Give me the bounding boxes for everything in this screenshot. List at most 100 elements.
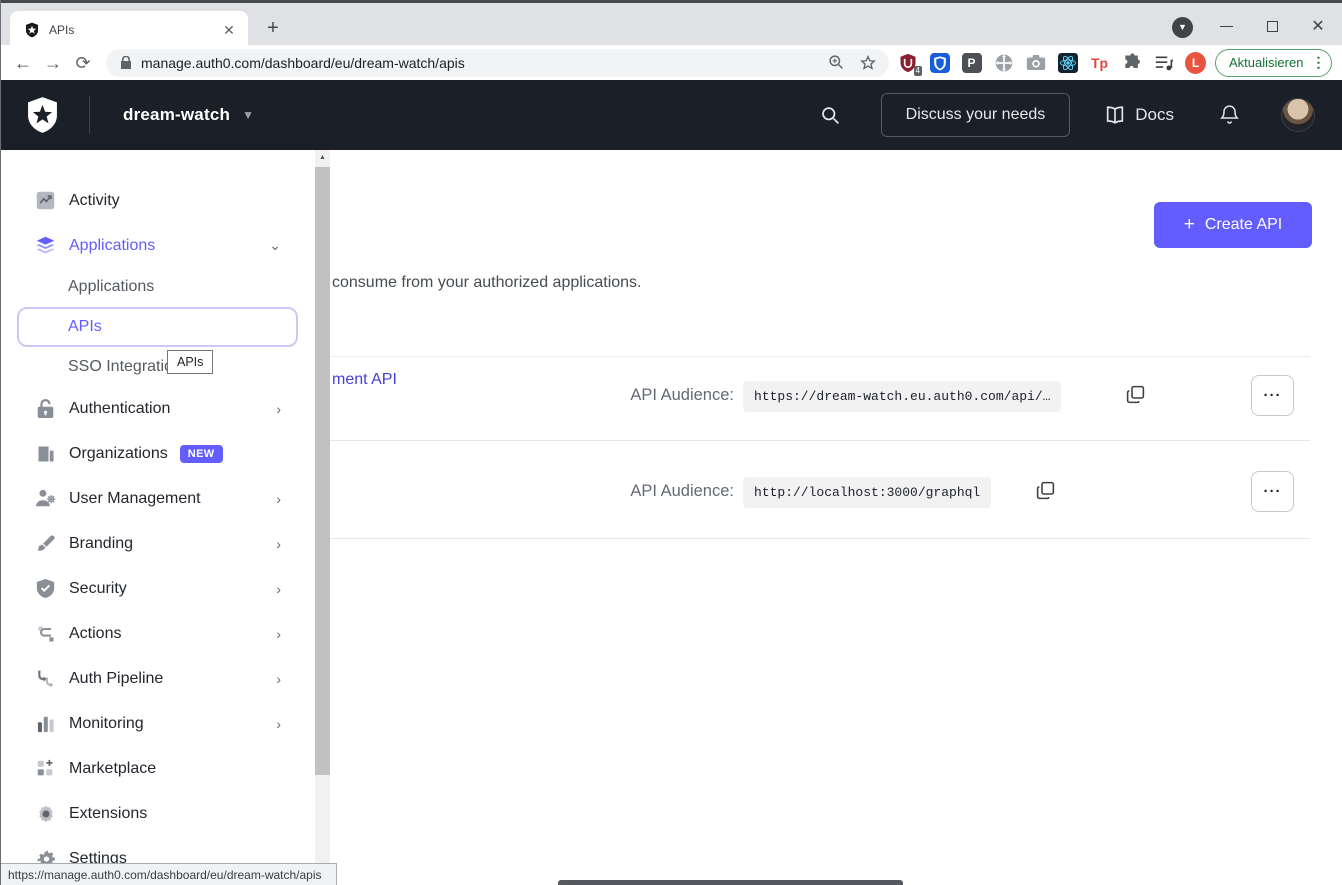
branding-icon <box>35 534 56 554</box>
discuss-your-needs-button[interactable]: Discuss your needs <box>881 93 1071 137</box>
sidebar-item-marketplace[interactable]: Marketplace <box>0 746 315 791</box>
apis-tooltip: APIs <box>167 350 213 374</box>
marketplace-icon <box>35 759 56 778</box>
sidebar-nav: Activity Applications ⌄ Applications API… <box>0 150 315 885</box>
tab-search-icon[interactable]: ▼ <box>1172 17 1193 38</box>
window-close-button[interactable]: ✕ <box>1295 6 1341 46</box>
chevron-right-icon: › <box>276 581 281 597</box>
chevron-right-icon: › <box>276 491 281 507</box>
tenant-switcher[interactable]: dream-watch <box>123 105 230 125</box>
auth0-header: dream-watch ▼ Discuss your needs Docs <box>0 80 1342 150</box>
sidebar-item-organizations[interactable]: Organizations NEW <box>0 431 315 476</box>
ublock-extension-icon[interactable]: 4 <box>897 52 918 73</box>
camera-extension-icon[interactable] <box>1025 52 1046 73</box>
plus-icon: + <box>1184 214 1195 236</box>
docs-link[interactable]: Docs <box>1104 105 1174 125</box>
api-audience-label: API Audience: <box>614 386 734 405</box>
sidebar-subitem-applications[interactable]: Applications <box>0 268 315 306</box>
sidebar-item-monitoring[interactable]: Monitoring › <box>0 701 315 746</box>
bitwarden-extension-icon[interactable] <box>929 52 950 73</box>
sidebar-subitem-apis-focus-ring: APIs <box>17 307 298 347</box>
sidebar-item-user-management[interactable]: User Management › <box>0 476 315 521</box>
extensions-row: 4 P Tp L <box>897 52 1206 73</box>
bookmark-star-icon[interactable] <box>859 54 877 72</box>
chrome-profile-avatar[interactable]: L <box>1185 52 1206 73</box>
window-minimize-button[interactable] <box>1203 6 1249 46</box>
link-status-bar: https://manage.auth0.com/dashboard/eu/dr… <box>0 863 337 885</box>
chevron-right-icon: › <box>276 626 281 642</box>
move-crosshair-extension-icon[interactable] <box>993 52 1014 73</box>
reload-button[interactable]: ⟳ <box>68 49 98 77</box>
user-management-icon <box>35 489 56 508</box>
react-devtools-extension-icon[interactable] <box>1057 52 1078 73</box>
extensions-icon <box>35 804 56 824</box>
close-icon: ✕ <box>1311 16 1324 36</box>
scrollbar-thumb[interactable] <box>315 167 330 775</box>
address-bar[interactable]: manage.auth0.com/dashboard/eu/dream-watc… <box>106 49 889 77</box>
new-tab-button[interactable]: + <box>260 16 286 42</box>
row-divider <box>330 538 1310 539</box>
forward-button[interactable]: → <box>38 49 68 77</box>
row-menu-button[interactable]: ··· <box>1251 471 1294 512</box>
sidebar-item-actions[interactable]: Actions › <box>0 611 315 656</box>
zoom-page-icon[interactable] <box>828 54 845 71</box>
tab-close-icon[interactable]: ✕ <box>220 21 238 39</box>
sidebar-item-branding[interactable]: Branding › <box>0 521 315 566</box>
sidebar-scrollbar[interactable]: ▲ <box>315 150 330 885</box>
header-divider <box>89 96 90 134</box>
chevron-right-icon: › <box>276 671 281 687</box>
row-menu-button[interactable]: ··· <box>1251 375 1294 416</box>
window-maximize-button[interactable] <box>1249 6 1295 46</box>
api-row: ment API API Audience: https://dream-wat… <box>330 356 1310 440</box>
notifications-bell-icon[interactable] <box>1220 104 1239 126</box>
api-audience-value[interactable]: https://dream-watch.eu.auth0.com/api/… <box>743 381 1061 412</box>
auth0-logo-icon[interactable] <box>26 97 59 133</box>
media-queue-extension-icon[interactable] <box>1153 52 1174 73</box>
back-button[interactable]: ← <box>8 49 38 77</box>
sidebar-subitem-sso-integrations[interactable]: SSO Integrations <box>0 348 315 386</box>
auth-pipeline-icon <box>35 669 56 689</box>
maximize-icon <box>1267 21 1278 32</box>
sidebar-item-authentication[interactable]: Authentication › <box>0 386 315 431</box>
p-extension-icon[interactable]: P <box>961 52 982 73</box>
api-name-link[interactable]: ment API <box>332 371 397 389</box>
extensions-puzzle-icon[interactable] <box>1121 52 1142 73</box>
chevron-down-icon: ⌄ <box>269 237 281 254</box>
chevron-down-icon[interactable]: ▼ <box>242 108 254 122</box>
sidebar-item-auth-pipeline[interactable]: Auth Pipeline › <box>0 656 315 701</box>
sidebar-item-activity[interactable]: Activity <box>0 178 315 223</box>
organizations-icon <box>35 444 56 464</box>
book-icon <box>1104 106 1126 125</box>
actions-icon <box>35 624 56 644</box>
tampermonkey-tp-extension-icon[interactable]: Tp <box>1089 52 1110 73</box>
auth0-favicon-icon <box>24 22 40 38</box>
browser-update-button[interactable]: Aktualisieren ⋮ <box>1215 49 1332 77</box>
browser-menu-kebab-icon[interactable]: ⋮ <box>1311 58 1325 67</box>
lock-icon <box>120 56 132 69</box>
sidebar-item-applications[interactable]: Applications ⌄ <box>0 223 315 268</box>
sidebar-item-extensions[interactable]: Extensions <box>0 791 315 836</box>
sidebar-item-security[interactable]: Security › <box>0 566 315 611</box>
chevron-right-icon: › <box>276 401 281 417</box>
create-api-button[interactable]: + Create API <box>1154 202 1312 248</box>
api-row: API Audience: http://localhost:3000/grap… <box>330 440 1310 538</box>
copy-icon[interactable] <box>1035 480 1056 501</box>
monitoring-icon <box>35 715 56 733</box>
api-audience-value[interactable]: http://localhost:3000/graphql <box>743 477 991 508</box>
scroll-up-icon[interactable]: ▲ <box>315 150 330 165</box>
search-icon[interactable] <box>820 105 841 126</box>
ublock-badge: 4 <box>914 66 922 76</box>
browser-tab[interactable]: APIs ✕ <box>10 11 248 48</box>
copy-icon[interactable] <box>1125 384 1146 405</box>
activity-icon <box>35 190 56 211</box>
window-left-edge <box>0 0 1 885</box>
applications-icon <box>35 235 56 256</box>
authentication-icon <box>35 398 56 419</box>
chevron-right-icon: › <box>276 716 281 732</box>
sidebar-subitem-apis[interactable]: APIs <box>19 309 296 345</box>
chevron-right-icon: › <box>276 536 281 552</box>
tab-title: APIs <box>49 23 220 37</box>
browser-titlebar: APIs ✕ + ▼ ✕ <box>0 0 1342 45</box>
user-avatar[interactable] <box>1281 98 1315 132</box>
api-audience-label: API Audience: <box>614 482 734 501</box>
